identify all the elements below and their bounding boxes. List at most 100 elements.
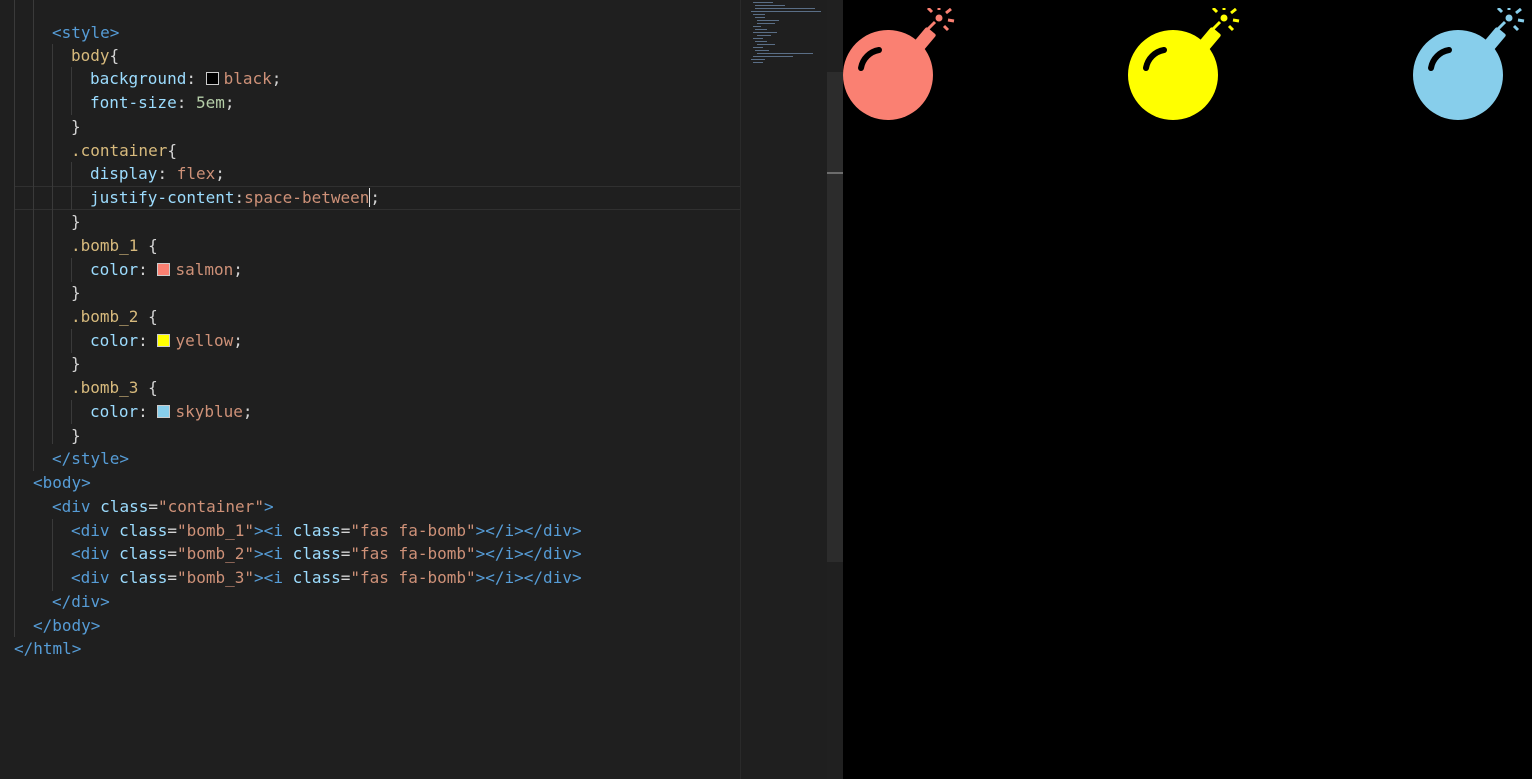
code-line-text: <div class="bomb_1"><i class="fas fa-bom… bbox=[71, 519, 582, 543]
code-token: salmon bbox=[175, 260, 234, 279]
code-line-text: <style> bbox=[52, 21, 119, 45]
skyblue-bomb-icon bbox=[1413, 5, 1525, 123]
minimap-line bbox=[753, 32, 777, 33]
code-token: <div bbox=[71, 568, 120, 587]
indent-guide bbox=[71, 67, 72, 115]
code-token: ; bbox=[242, 402, 253, 421]
code-token: : bbox=[176, 93, 196, 112]
indent-guide bbox=[52, 519, 53, 591]
code-token: "fas fa-bomb" bbox=[350, 544, 476, 563]
code-token: black bbox=[223, 69, 272, 88]
minimap-line bbox=[757, 20, 779, 21]
minimap-line bbox=[753, 26, 761, 27]
code-line-text: } bbox=[71, 115, 81, 139]
code-token: } bbox=[71, 212, 81, 231]
code-token: { bbox=[138, 236, 158, 255]
color-swatch[interactable] bbox=[157, 405, 171, 418]
code-token: : bbox=[186, 69, 206, 88]
minimap-line bbox=[755, 50, 769, 51]
scrollbar-cursor-marker bbox=[827, 172, 843, 174]
indent-guide bbox=[71, 400, 72, 424]
code-token: class bbox=[292, 544, 341, 563]
code-token: .bomb_1 bbox=[71, 236, 139, 255]
code-line-text: .bomb_3 { bbox=[71, 376, 158, 400]
code-line-text: color: salmon; bbox=[90, 258, 243, 282]
code-token: = bbox=[340, 544, 351, 563]
code-line-text: } bbox=[71, 352, 81, 376]
code-token: yellow bbox=[175, 331, 234, 350]
code-token: <div bbox=[71, 544, 120, 563]
code-token: = bbox=[167, 568, 177, 587]
code-line-text: background: black; bbox=[90, 67, 281, 91]
code-token: ; bbox=[370, 188, 381, 207]
color-swatch[interactable] bbox=[157, 334, 171, 347]
indent-guide bbox=[71, 258, 72, 282]
indent-guide bbox=[71, 162, 72, 210]
code-token: ; bbox=[233, 331, 243, 350]
code-token: flex bbox=[176, 164, 216, 183]
indent-guide bbox=[14, 0, 15, 637]
code-token: { bbox=[167, 141, 177, 160]
code-token: </style> bbox=[52, 449, 130, 468]
scrollbar-thumb[interactable] bbox=[827, 72, 843, 562]
code-token: ; bbox=[224, 93, 235, 112]
code-token: class bbox=[119, 521, 168, 540]
minimap-line bbox=[755, 8, 815, 9]
code-token: { bbox=[109, 46, 120, 65]
code-line-text: </html> bbox=[14, 637, 81, 661]
indent-guide bbox=[33, 0, 34, 471]
code-line-text: </div> bbox=[52, 590, 110, 614]
code-token: { bbox=[138, 378, 158, 397]
browser-preview bbox=[843, 0, 1532, 779]
minimap[interactable] bbox=[740, 0, 827, 779]
code-token: : bbox=[138, 331, 158, 350]
code-line-text: } bbox=[71, 210, 81, 234]
code-token: color bbox=[90, 260, 139, 279]
code-token: display bbox=[90, 164, 158, 183]
color-swatch[interactable] bbox=[157, 263, 171, 276]
code-token: : bbox=[157, 164, 177, 183]
code-line-text: .bomb_2 { bbox=[71, 305, 158, 329]
code-token: <body> bbox=[33, 473, 91, 492]
code-token: <div bbox=[52, 497, 101, 516]
color-swatch[interactable] bbox=[205, 72, 219, 85]
minimap-line bbox=[751, 59, 765, 60]
code-token: "container" bbox=[157, 497, 264, 516]
minimap-line bbox=[753, 14, 765, 15]
minimap-line bbox=[753, 2, 773, 3]
code-token: class bbox=[119, 568, 168, 587]
code-token: 5em bbox=[195, 93, 225, 112]
code-token: : bbox=[138, 402, 158, 421]
code-token: : bbox=[138, 260, 158, 279]
code-token: <style> bbox=[52, 23, 120, 42]
code-token: } bbox=[71, 117, 81, 136]
code-line-text: <div class="bomb_2"><i class="fas fa-bom… bbox=[71, 542, 582, 566]
minimap-line bbox=[751, 11, 821, 12]
code-token: .container bbox=[71, 141, 168, 160]
code-token: justify-content bbox=[90, 188, 235, 207]
code-line-text: .container{ bbox=[71, 139, 177, 163]
indent-guide bbox=[52, 44, 53, 444]
code-editor[interactable]: <style> body{background: black; font-size:… bbox=[0, 0, 740, 779]
code-token: body bbox=[71, 46, 110, 65]
code-token: color bbox=[90, 402, 139, 421]
code-token: "bomb_1" bbox=[176, 521, 255, 540]
code-token: ; bbox=[233, 260, 243, 279]
code-token: "fas fa-bomb" bbox=[350, 521, 476, 540]
code-token: "fas fa-bomb" bbox=[350, 568, 476, 587]
code-token: background bbox=[90, 69, 187, 88]
code-token: class bbox=[100, 497, 149, 516]
code-token: class bbox=[292, 568, 341, 587]
code-line-text: .bomb_1 { bbox=[71, 234, 158, 258]
code-token: .bomb_2 bbox=[71, 307, 139, 326]
yellow-bomb-icon bbox=[1128, 5, 1240, 123]
minimap-line bbox=[755, 41, 767, 42]
code-token: } bbox=[71, 283, 81, 302]
code-token: "bomb_2" bbox=[176, 544, 255, 563]
code-token: = bbox=[148, 497, 158, 516]
minimap-line bbox=[753, 38, 763, 39]
code-line-text: color: skyblue; bbox=[90, 400, 253, 424]
code-token: } bbox=[71, 354, 81, 373]
code-line-text: } bbox=[71, 424, 81, 448]
code-token: font-size bbox=[90, 93, 177, 112]
